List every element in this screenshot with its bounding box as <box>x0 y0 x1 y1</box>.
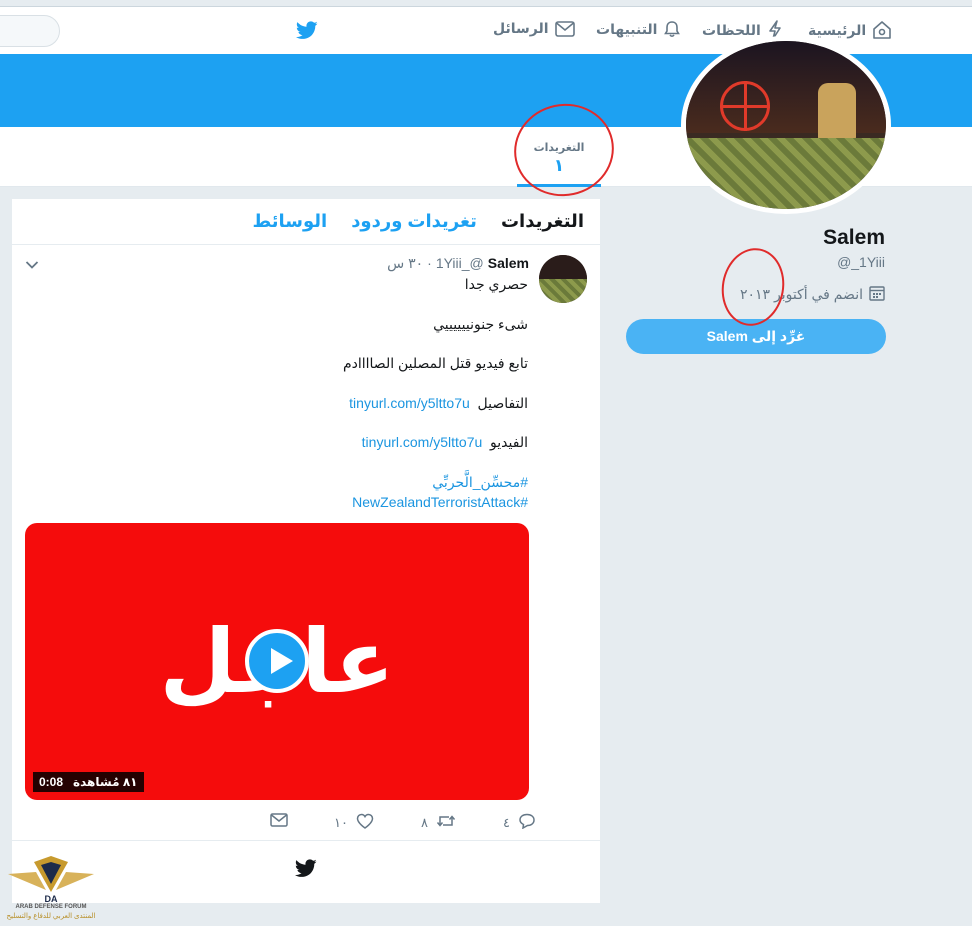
tweet-author-handle[interactable]: @_1Yiii <box>436 255 484 271</box>
like-count: ١٠ <box>334 814 348 830</box>
video-duration: 0:08 <box>39 775 64 789</box>
twitter-bird-icon[interactable] <box>294 859 317 883</box>
tweet-text: حصري جدا شىء جنونييييييي تابع فيديو قتل … <box>88 274 528 512</box>
tweet-video[interactable]: عاجل 0:08 ٨١ مُشاهدة <box>25 523 529 800</box>
profile-handle[interactable]: @_1Yiii <box>837 254 885 270</box>
profile-joined: انضم في أكتوبر ٢٠١٣ <box>740 285 885 304</box>
tab-media[interactable]: الوسائط <box>252 211 327 232</box>
bell-icon <box>663 20 681 38</box>
tweet-to-button[interactable]: غرِّد إلى Salem <box>626 319 886 354</box>
heart-icon <box>356 813 374 832</box>
nav-home[interactable]: الرئيسية <box>808 20 892 40</box>
tweet-hashtag[interactable]: #محسِّن_الَّحربِّي <box>88 472 528 492</box>
forum-watermark-logo: DA ARAB DEFENSE FORUM المنتدى العربي للد… <box>6 852 96 924</box>
play-icon[interactable] <box>245 629 309 693</box>
reply-icon <box>518 813 536 832</box>
chevron-down-icon[interactable] <box>25 257 39 275</box>
retweet-button[interactable]: ٨ <box>421 813 456 832</box>
tweets-stat-label: التغريدات <box>533 142 585 154</box>
tweet-line-label: الفيديو <box>490 434 528 450</box>
video-views: ٨١ مُشاهدة <box>73 775 138 789</box>
tweet-author-name[interactable]: Salem <box>488 255 529 271</box>
profile-avatar[interactable] <box>681 36 891 214</box>
tweet-line: شىء جنونييييييي <box>433 315 528 332</box>
tweet-timestamp[interactable]: ٣٠ س <box>387 255 423 272</box>
search-input[interactable] <box>0 15 60 47</box>
tweets-stat-count: ١ <box>553 156 565 175</box>
timeline-footer <box>12 841 600 903</box>
tweet-actions: ٤ ٨ ١٠ <box>12 813 600 833</box>
timeline-tabs: التغريدات تغريدات وردود الوسائط <box>12 199 600 245</box>
envelope-icon <box>270 813 288 830</box>
tweet-link[interactable]: tinyurl.com/y5ltto7u <box>362 434 483 450</box>
watermark-text: المنتدى العربي للدفاع والتسليح <box>6 913 96 920</box>
tweet-line: تابع فيديو قتل المصلين الصاااادم <box>342 355 528 371</box>
tweet-line-label: التفاصيل <box>477 394 528 411</box>
tweet-header: Salem @_1Yiii · ٣٠ س <box>387 255 529 272</box>
nav-moments-label: اللحظات <box>702 21 761 38</box>
reply-count: ٤ <box>503 814 510 830</box>
direct-message-button[interactable] <box>270 813 288 830</box>
tweet-link[interactable]: tinyurl.com/y5ltto7u <box>349 395 470 411</box>
profile-name[interactable]: Salem <box>823 226 885 250</box>
nav-notifications[interactable]: التنبيهات <box>596 20 681 38</box>
tweet-avatar[interactable] <box>539 255 587 303</box>
video-badge: 0:08 ٨١ مُشاهدة <box>33 772 144 792</box>
tweet[interactable]: Salem @_1Yiii · ٣٠ س حصري جدا شىء جنونيي… <box>12 245 600 841</box>
nav-messages-label: الرسائل <box>493 20 549 36</box>
watermark-text: ARAB DEFENSE FORUM <box>15 904 87 910</box>
timeline: التغريدات تغريدات وردود الوسائط Salem @_… <box>12 199 600 903</box>
home-icon <box>872 20 892 40</box>
calendar-icon <box>869 285 885 304</box>
tweet-hashtag[interactable]: #NewZealandTerroristAttack <box>88 492 528 512</box>
retweet-icon <box>436 813 456 832</box>
nav-notifications-label: التنبيهات <box>596 20 658 37</box>
envelope-icon <box>554 20 575 37</box>
tweet-line: الفيديو tinyurl.com/y5ltto7u <box>88 432 528 452</box>
profile-joined-text: انضم في أكتوبر ٢٠١٣ <box>740 286 863 302</box>
tweet-line: حصري جدا <box>464 276 528 292</box>
like-button[interactable]: ١٠ <box>334 813 374 832</box>
tweet-line: التفاصيل tinyurl.com/y5ltto7u <box>88 393 528 413</box>
tweets-stat[interactable]: التغريدات ١ <box>517 127 601 187</box>
twitter-bird-icon[interactable] <box>295 21 318 45</box>
tab-tweets[interactable]: التغريدات <box>501 211 584 232</box>
nav-messages[interactable]: الرسائل <box>493 20 575 37</box>
retweet-count: ٨ <box>421 814 428 830</box>
svg-text:DA: DA <box>45 894 58 904</box>
reply-button[interactable]: ٤ <box>503 813 536 832</box>
tab-tweets-replies[interactable]: تغريدات وردود <box>351 211 477 232</box>
nav-home-label: الرئيسية <box>808 21 867 38</box>
